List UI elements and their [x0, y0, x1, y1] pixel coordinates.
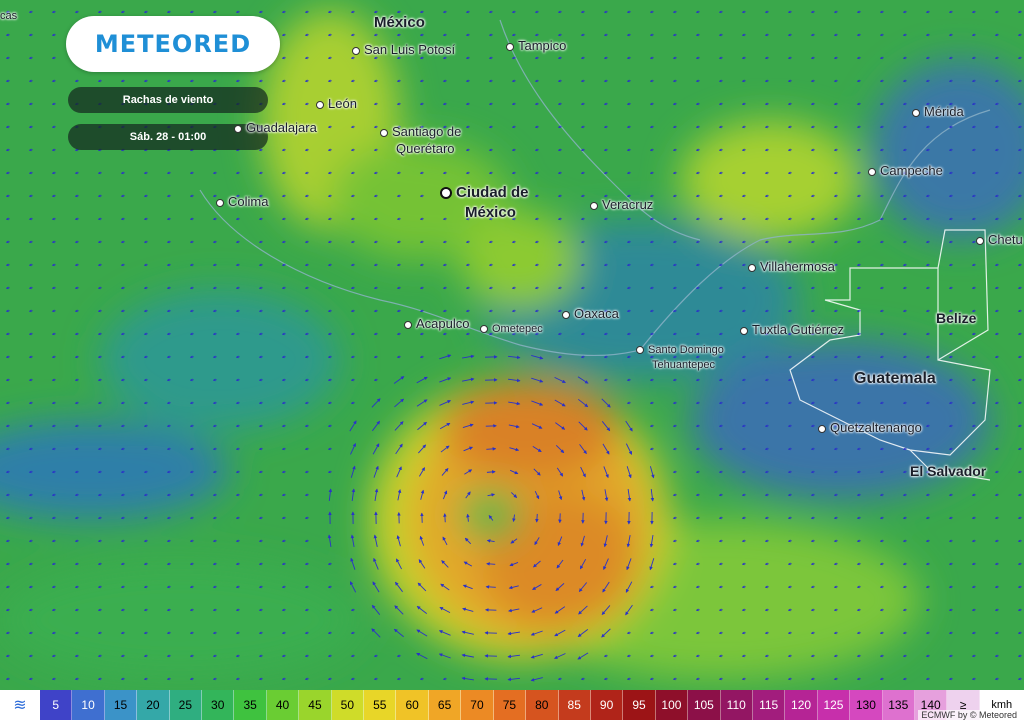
city-label-acapulco: Acapulco: [404, 316, 469, 331]
legend-step: 55: [364, 690, 397, 720]
wind-arrow: [443, 513, 447, 523]
legend-step: 45: [299, 690, 332, 720]
legend-step: 70: [461, 690, 494, 720]
wind-arrow: [485, 585, 496, 589]
legend-step: 20: [137, 690, 170, 720]
city-label-tampico: Tampico: [506, 38, 566, 53]
city-label-tuxtla-gutierrez: Tuxtla Gutiérrez: [740, 322, 844, 337]
legend-step: 135: [882, 690, 915, 720]
legend-step: 95: [623, 690, 656, 720]
legend-step: 105: [688, 690, 721, 720]
country-label-guatemala: Guatemala: [854, 370, 936, 387]
country-label-belize: Belize: [936, 310, 977, 326]
legend-step: 15: [104, 690, 138, 720]
city-label-chetu: Chetu: [976, 232, 1023, 247]
city-label-campeche: Campeche: [868, 163, 943, 178]
city-label-santo-domingo: Santo Domingo: [636, 344, 724, 356]
legend-step: 130: [850, 690, 883, 720]
legend-step: 25: [169, 690, 203, 720]
city-label-ciudad-de: Ciudad de: [440, 184, 529, 201]
legend-step: 100: [655, 690, 689, 720]
legend-step: 5: [40, 690, 73, 720]
city-label-quetzaltenango: Quetzaltenango: [818, 420, 922, 435]
city-label-mexico: México: [374, 14, 425, 31]
city-label-ometepec: Ometepec: [480, 323, 543, 335]
city-label-guadalajara: Guadalajara: [234, 120, 317, 135]
legend-step: 125: [817, 690, 851, 720]
layer-label[interactable]: Rachas de viento: [68, 87, 268, 113]
legend-step: 115: [752, 690, 786, 720]
legend-step: 110: [720, 690, 753, 720]
wind-arrow: [535, 513, 539, 523]
map-credit: ECMWF by © Meteored: [918, 710, 1020, 720]
legend-step: 75: [493, 690, 527, 720]
meteored-logo[interactable]: METEORED: [66, 16, 280, 72]
legend-step: 30: [202, 690, 235, 720]
legend-step: 80: [526, 690, 559, 720]
legend-step: 35: [234, 690, 267, 720]
wind-icon[interactable]: ≋: [0, 690, 40, 720]
city-label-veracruz: Veracruz: [590, 197, 653, 212]
legend-step: 85: [558, 690, 591, 720]
legend-step: 120: [785, 690, 818, 720]
legend-step: 40: [266, 690, 300, 720]
city-label-mexico-city: México: [465, 204, 516, 221]
legend-step: 90: [590, 690, 624, 720]
city-label-oaxaca: Oaxaca: [562, 306, 619, 321]
legend-step: 60: [396, 690, 429, 720]
city-label-leon: León: [316, 96, 357, 111]
city-label-santiago-de: Santiago de: [380, 124, 461, 139]
wind-speed-legend: ≋ 5 10 15 20 25 30 35 40 45 50 55 60 65 70 75 80 85 90 95 1…: [0, 690, 1024, 720]
legend-step: 10: [72, 690, 105, 720]
legend-step: 65: [428, 690, 462, 720]
city-label-colima: Colima: [216, 194, 268, 209]
legend-step: 50: [331, 690, 365, 720]
city-label-villahermosa: Villahermosa: [748, 259, 835, 274]
city-label-cas: cas: [0, 10, 18, 22]
country-label-el-salvador: El Salvador: [910, 463, 987, 479]
wind-arrow: [486, 447, 497, 451]
city-label-queretaro: Querétaro: [396, 141, 455, 156]
city-label-merida: Mérida: [912, 104, 964, 119]
city-label-tehuantepec: Tehuantepec: [652, 359, 715, 371]
city-label-san-luis-potosi: San Luis Potosí: [352, 42, 455, 57]
